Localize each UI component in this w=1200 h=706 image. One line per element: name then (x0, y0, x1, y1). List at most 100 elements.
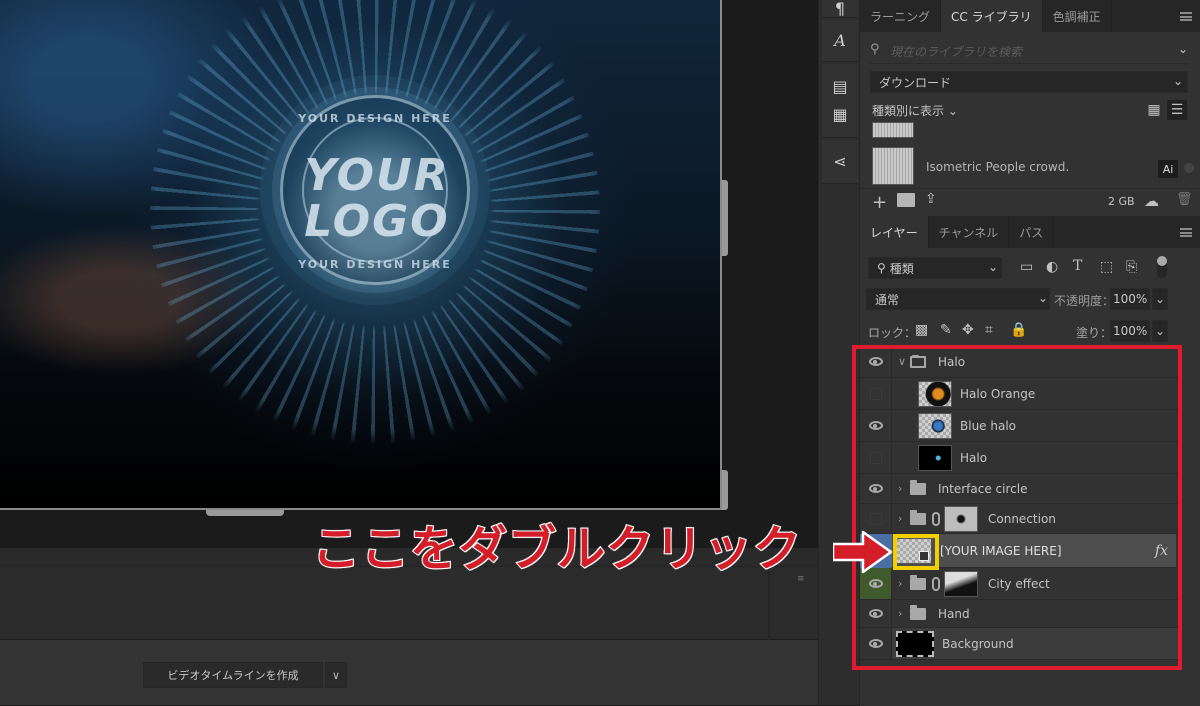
mask-thumbnail (944, 505, 978, 532)
layer-thumbnail (896, 630, 934, 657)
timeline-mode-dropdown[interactable]: ∨ (325, 662, 347, 688)
library-item-name[interactable]: Isometric People crowd. (926, 160, 1069, 174)
filter-toggle[interactable] (1157, 256, 1167, 278)
library-search-input[interactable]: 現在のライブラリを検索 (890, 43, 1022, 60)
tab-learning[interactable]: ラーニング (860, 0, 942, 32)
layers-panel-menu-icon[interactable] (1180, 228, 1192, 237)
layer-row-background[interactable]: Background (892, 628, 1178, 660)
opacity-input[interactable]: 100% (1110, 288, 1150, 310)
lock-artboard-icon[interactable]: ⌗ (985, 322, 993, 338)
visibility-toggle[interactable] (860, 474, 892, 504)
opacity-value: 100% (1113, 292, 1148, 306)
properties-icon[interactable]: ▤ (831, 77, 849, 96)
visibility-toggle[interactable] (860, 628, 892, 660)
divider (870, 63, 1188, 64)
layer-row-interface-circle[interactable]: › Interface circle (892, 474, 1178, 504)
paragraph-icon[interactable]: ¶ (831, 0, 849, 18)
link-icon[interactable] (932, 576, 940, 591)
chevron-right-icon[interactable]: › (898, 577, 910, 590)
blend-mode-value: 通常 (875, 292, 900, 307)
layer-name: Interface circle (938, 481, 1028, 496)
layer-row-city-effect[interactable]: › City effect (892, 568, 1178, 600)
filter-pixel-icon[interactable]: ▭ (1020, 259, 1033, 275)
visibility-toggle[interactable] (860, 442, 892, 474)
layer-row-halo-group[interactable]: ∨ Halo (892, 346, 1178, 378)
document-canvas[interactable]: YOUR DESIGN HERE YOUR LOGO YOUR DESIGN H… (0, 0, 722, 510)
chevron-right-icon[interactable]: › (898, 512, 910, 525)
callout-arrow-icon (833, 530, 893, 574)
layer-list: ∨ Halo Halo Orange Blue halo Halo › Inte… (860, 346, 1200, 706)
grid-view-icon[interactable]: ▦ (1146, 102, 1162, 118)
tab-layers[interactable]: レイヤー (860, 216, 929, 248)
illustrator-badge: Ai (1158, 160, 1178, 178)
cloud-icon[interactable]: ☁ (1144, 192, 1159, 210)
lock-position-icon[interactable]: ✥ (962, 322, 974, 338)
filter-type-icon[interactable]: T (1073, 258, 1082, 274)
visibility-toggle[interactable] (860, 600, 892, 628)
filter-adjustment-icon[interactable]: ◐ (1046, 259, 1058, 275)
lock-image-pixels-icon[interactable]: ✎ (940, 322, 952, 338)
tab-channels[interactable]: チャンネル (929, 216, 1010, 248)
chevron-down-icon[interactable]: ∨ (898, 355, 910, 368)
fill-slider-toggle[interactable]: ⌄ (1152, 320, 1168, 342)
tab-cc-libraries[interactable]: CC ライブラリ (941, 0, 1043, 32)
chevron-down-icon: ⌄ (1173, 74, 1184, 88)
opacity-slider-toggle[interactable]: ⌄ (1152, 288, 1168, 310)
logo-text-line2: LOGO (304, 196, 450, 247)
lock-transparent-pixels-icon[interactable]: ▩ (915, 322, 928, 338)
canvas-resize-handle-corner[interactable] (722, 470, 728, 510)
chevron-right-icon[interactable]: › (898, 482, 910, 495)
dock-group-share: ⋖ (822, 140, 858, 184)
layer-name: Halo (938, 354, 966, 369)
visibility-toggle[interactable] (860, 378, 892, 410)
visibility-toggle[interactable] (860, 410, 892, 442)
layer-name: Halo Orange (960, 386, 1036, 401)
upload-icon[interactable]: ⇪ (925, 191, 937, 207)
folder-icon[interactable] (897, 193, 915, 207)
layer-row-your-image-here[interactable]: [YOUR IMAGE HERE] fx (892, 534, 1176, 568)
folder-icon (910, 354, 926, 368)
lock-all-icon[interactable]: 🔒 (1010, 322, 1027, 338)
canvas-resize-handle-bottom[interactable] (206, 510, 284, 516)
chevron-right-icon[interactable]: › (898, 607, 910, 620)
fill-label: 塗り： (1076, 326, 1113, 340)
layer-row-connection[interactable]: › Connection (892, 504, 1178, 534)
smart-object-thumbnail[interactable] (896, 537, 932, 564)
layer-row-blue-halo[interactable]: Blue halo (892, 410, 1178, 442)
tab-paths[interactable]: パス (1009, 216, 1055, 248)
filter-smart-object-icon[interactable]: ⎘ (1126, 259, 1137, 275)
trash-icon[interactable]: 🗑 (1176, 192, 1193, 207)
library-item-thumbnail[interactable] (872, 122, 914, 138)
layer-name: Connection (988, 511, 1056, 526)
timeline-panel-menu-icon[interactable]: ≡ (797, 575, 807, 584)
glyphs-icon[interactable]: A (831, 31, 849, 50)
ring-text-bottom: YOUR DESIGN HERE (298, 258, 452, 271)
layer-row-halo[interactable]: Halo (892, 442, 1178, 474)
layer-row-hand[interactable]: › Hand (892, 600, 1178, 628)
add-element-icon[interactable]: + (872, 192, 887, 213)
layer-name: Background (942, 636, 1014, 651)
chevron-down-icon: ⌄ (988, 260, 999, 274)
layer-row-halo-orange[interactable]: Halo Orange (892, 378, 1178, 410)
visibility-toggle[interactable] (860, 346, 892, 378)
blend-mode-select[interactable]: 通常 (866, 288, 1050, 310)
library-item-thumbnail[interactable] (872, 147, 914, 185)
timeline-footer (0, 640, 818, 705)
filter-shape-icon[interactable]: ⬚ (1100, 259, 1113, 275)
create-video-timeline-button[interactable]: ビデオタイムラインを作成 (143, 662, 323, 688)
tab-adjustments[interactable]: 色調補正 (1043, 0, 1112, 32)
layer-thumbnail (918, 412, 952, 439)
share-icon[interactable]: ⋖ (831, 152, 849, 171)
layer-filter-select[interactable]: ⚲ 種類 (868, 257, 1002, 279)
layer-name: City effect (988, 576, 1050, 591)
panel-menu-icon[interactable] (1180, 12, 1192, 21)
view-by-type-dropdown[interactable]: 種類別に表示 ⌄ (872, 102, 958, 119)
fx-icon[interactable]: fx (1155, 543, 1168, 559)
link-icon[interactable] (932, 511, 940, 526)
canvas-resize-handle-right[interactable] (722, 180, 728, 256)
list-view-icon[interactable]: ☰ (1167, 100, 1187, 120)
fill-input[interactable]: 100% (1110, 320, 1150, 342)
notes-icon[interactable]: ▦ (831, 105, 849, 124)
library-select[interactable]: ダウンロード (870, 71, 1188, 93)
search-options-chevron-icon[interactable]: ⌄ (1178, 42, 1188, 56)
